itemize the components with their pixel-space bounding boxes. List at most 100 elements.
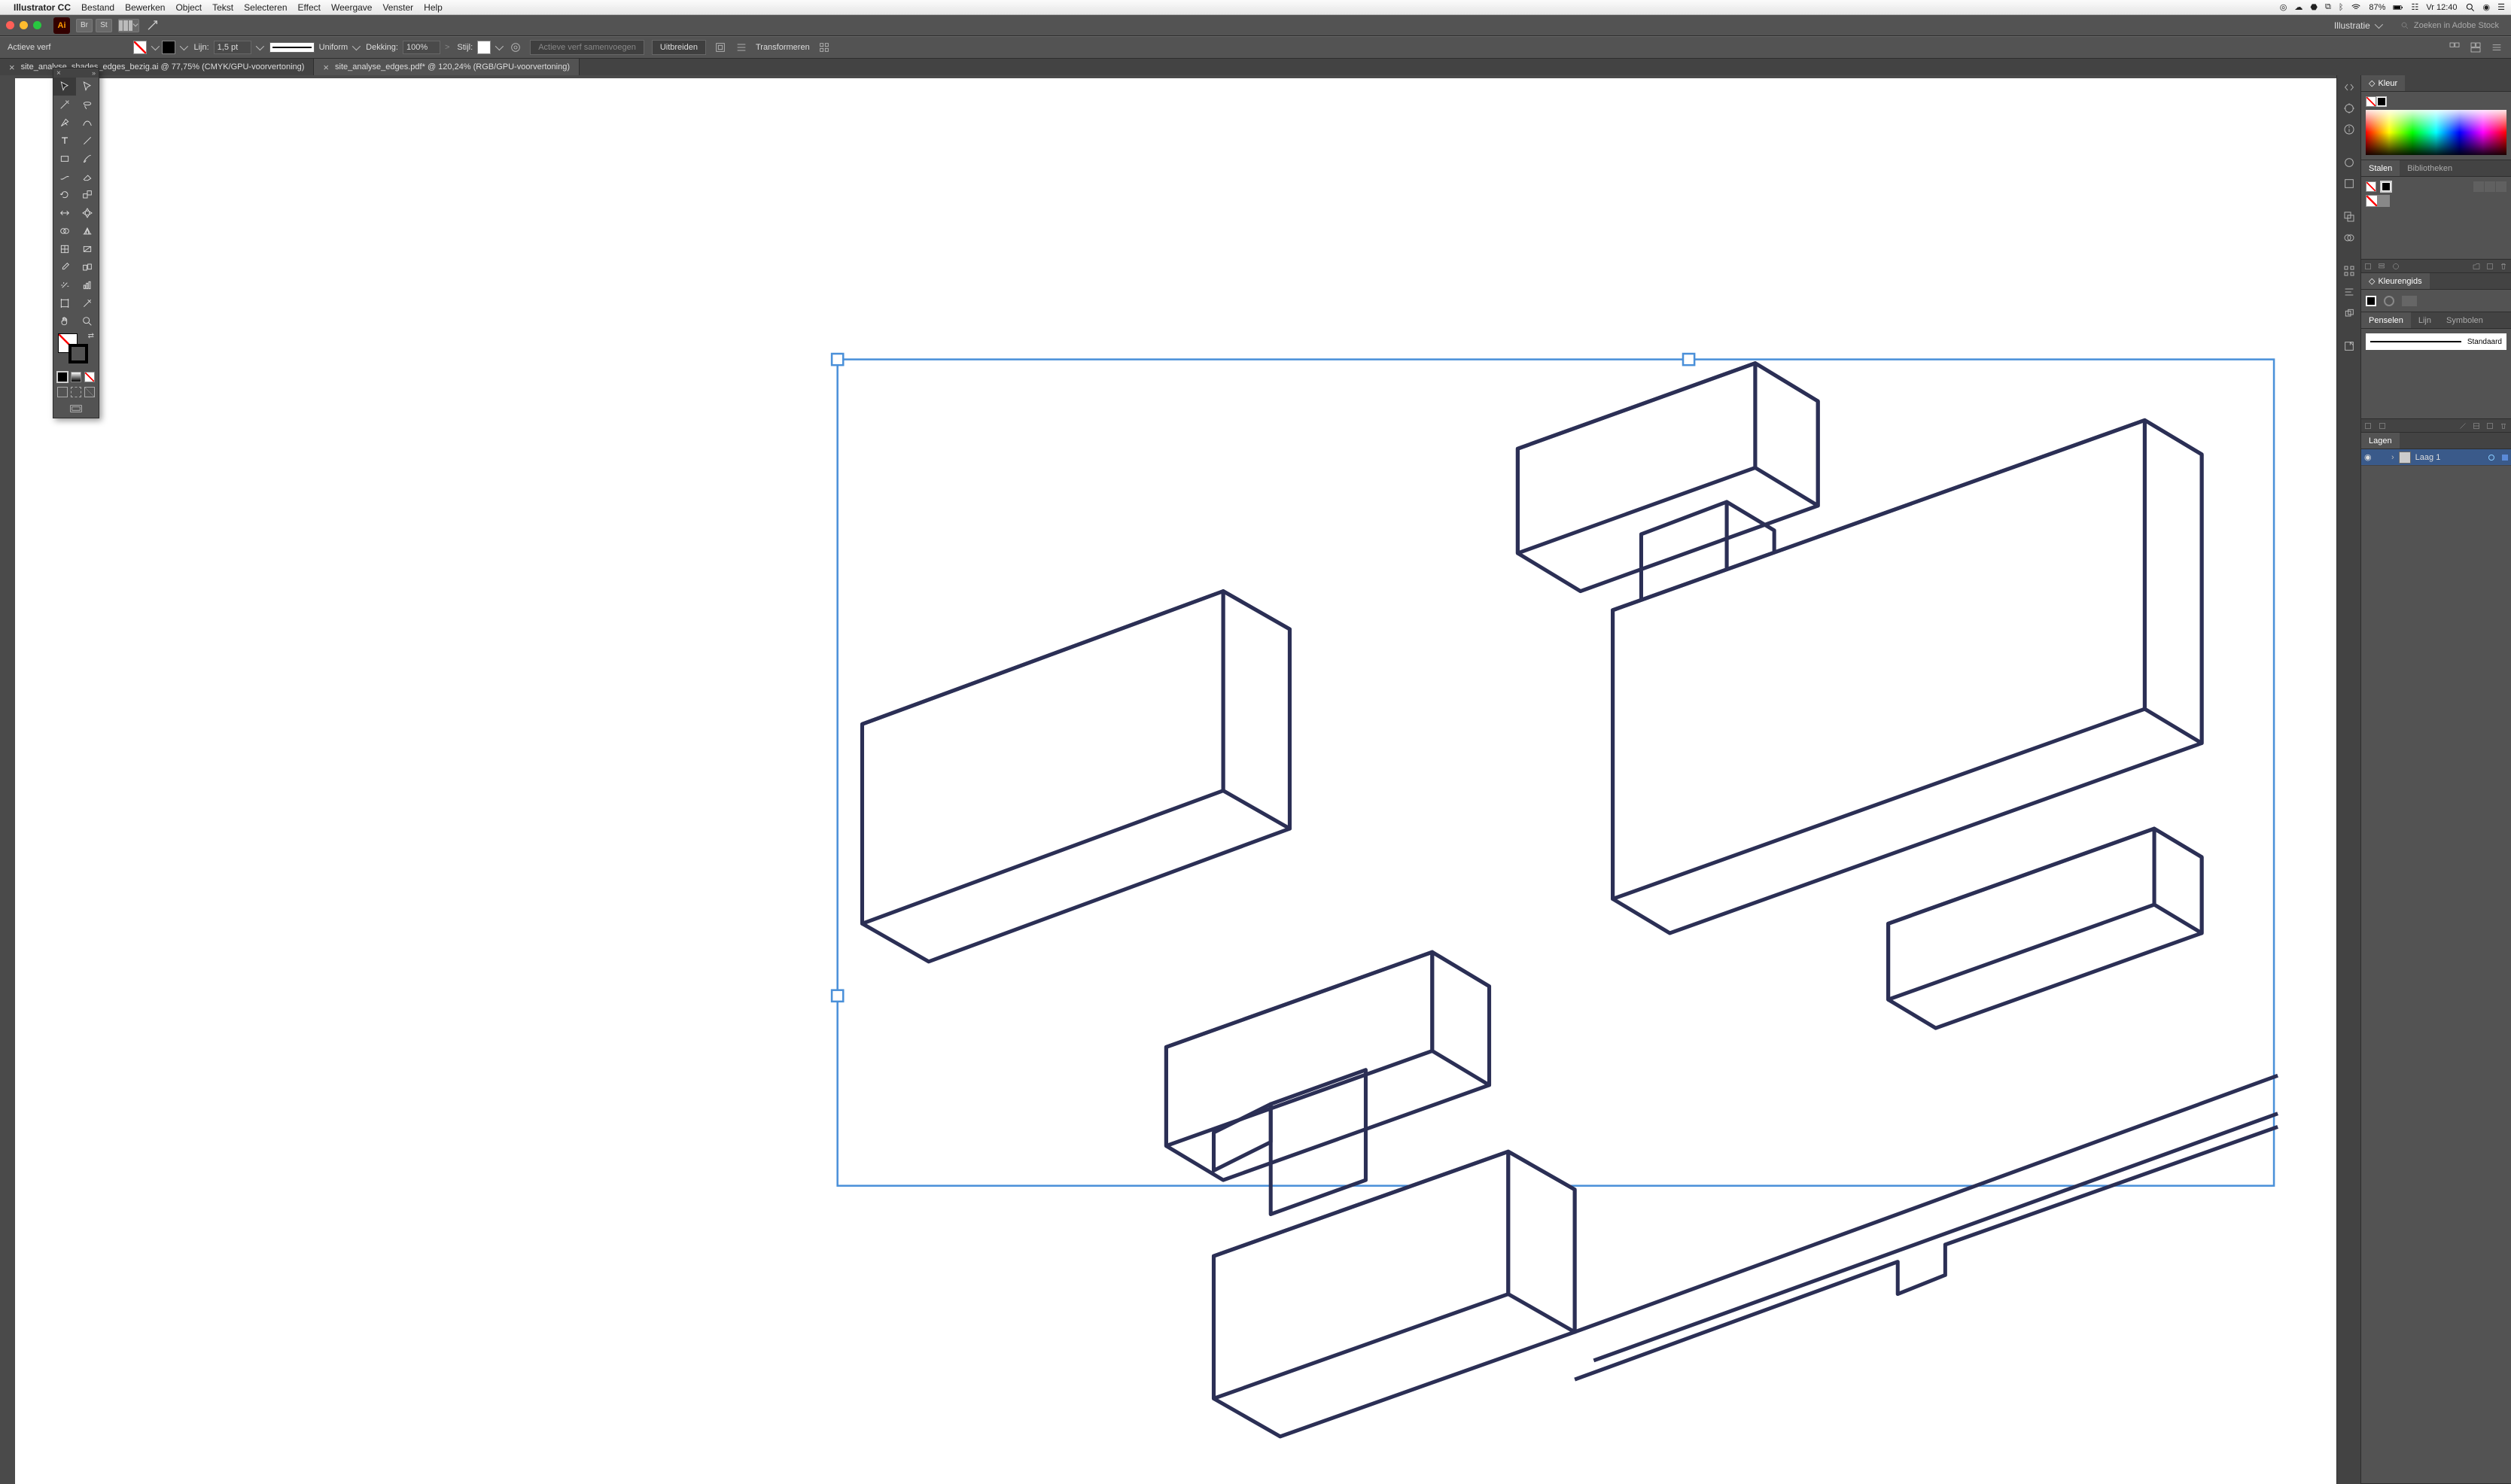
rectangle-tool[interactable] [53, 150, 76, 168]
tray-dropbox-icon[interactable]: ⧉ [2325, 2, 2331, 12]
spotlight-icon[interactable] [2465, 2, 2476, 13]
fill-stroke-control[interactable]: ⇄ [53, 330, 99, 369]
panel-tab-lagen[interactable]: Lagen [2361, 433, 2400, 449]
menu-tekst[interactable]: Tekst [212, 2, 233, 13]
stroke-profile-preview[interactable] [269, 42, 315, 53]
swatch-fill[interactable] [2366, 181, 2376, 192]
magic-wand-tool[interactable] [53, 96, 76, 114]
isolate-group-icon[interactable] [714, 41, 727, 54]
menu-weergave[interactable]: Weergave [331, 2, 372, 13]
panel-tab-lijn[interactable]: Lijn [2411, 312, 2439, 328]
canvas-viewport[interactable] [0, 75, 2336, 1484]
delete-swatch-icon[interactable] [2499, 262, 2508, 271]
document-tab[interactable]: × site_analyse_shades_edges_bezig.ai @ 7… [0, 59, 314, 75]
align-icon[interactable] [735, 41, 748, 54]
swatch-view-toggle[interactable] [2473, 181, 2506, 192]
perspective-grid-tool[interactable] [76, 222, 99, 240]
new-swatch-icon[interactable] [2485, 262, 2494, 271]
shape-builder-tool[interactable] [53, 222, 76, 240]
pen-tool[interactable] [53, 114, 76, 132]
color-mode-gradient[interactable] [71, 372, 81, 382]
transform-panel-icon[interactable] [817, 41, 831, 54]
window-close-button[interactable] [6, 21, 14, 29]
appearance-panel-icon[interactable] [2340, 154, 2358, 172]
width-tool[interactable] [53, 204, 76, 222]
stroke-swatch[interactable] [162, 41, 175, 54]
hand-tool[interactable] [53, 312, 76, 330]
brush-libraries2-icon[interactable] [2378, 421, 2387, 430]
type-tool[interactable] [53, 132, 76, 150]
line-tool[interactable] [76, 132, 99, 150]
graphic-style-swatch[interactable] [477, 41, 491, 54]
symbol-sprayer-tool[interactable] [53, 276, 76, 294]
stroke-weight-input[interactable] [214, 41, 251, 54]
color-spectrum[interactable] [2366, 110, 2506, 155]
swatch-item[interactable] [2366, 195, 2378, 207]
screen-mode-button[interactable] [53, 400, 99, 418]
delete-brush-icon[interactable] [2499, 421, 2508, 430]
info-panel-icon[interactable] [2340, 120, 2358, 138]
dock-expand-icon[interactable] [2340, 78, 2358, 96]
swatch-libraries-icon[interactable] [2364, 262, 2373, 271]
gpu-preview-icon[interactable] [145, 19, 160, 32]
menu-object[interactable]: Object [175, 2, 202, 13]
brush-item[interactable]: Standaard [2366, 333, 2506, 350]
scale-tool[interactable] [76, 186, 99, 204]
stroke-color-swatch[interactable] [68, 344, 88, 363]
collapse-icon[interactable]: » [92, 69, 96, 77]
layers-panel-icon[interactable] [2340, 208, 2358, 226]
align-panel-icon[interactable] [2340, 283, 2358, 301]
panel-tab-kleur[interactable]: ◇Kleur [2361, 75, 2405, 91]
tray-display-icon[interactable]: ☷ [2411, 2, 2418, 12]
menu-bewerken[interactable]: Bewerken [125, 2, 165, 13]
slice-tool[interactable] [76, 294, 99, 312]
tools-panel-header[interactable]: × » [53, 68, 99, 78]
rotate-tool[interactable] [53, 186, 76, 204]
mesh-tool[interactable] [53, 240, 76, 258]
bridge-button[interactable]: Br [76, 19, 93, 32]
window-zoom-button[interactable] [33, 21, 41, 29]
artboard-tool[interactable] [53, 294, 76, 312]
notification-center-icon[interactable]: ☰ [2497, 2, 2505, 12]
color-mode-solid[interactable] [57, 372, 68, 382]
remove-brush-icon[interactable] [2458, 421, 2467, 430]
tray-shield-icon[interactable]: ⬣ [2310, 2, 2318, 12]
chevron-down-icon[interactable] [495, 42, 504, 50]
siri-icon[interactable]: ◉ [2483, 2, 2491, 12]
lasso-tool[interactable] [76, 96, 99, 114]
panel-tab-symbolen[interactable]: Symbolen [2439, 312, 2491, 328]
panel-tab-penselen[interactable]: Penselen [2361, 312, 2411, 328]
close-tab-icon[interactable]: × [323, 62, 329, 73]
menu-venster[interactable]: Venster [382, 2, 413, 13]
battery-percent[interactable]: 87% [2369, 3, 2385, 12]
stock-button[interactable]: St [96, 19, 112, 32]
color-mode-none[interactable] [84, 372, 95, 382]
clock[interactable]: Vr 12:40 [2426, 3, 2457, 12]
fill-swatch[interactable] [133, 41, 147, 54]
zoom-tool[interactable] [76, 312, 99, 330]
draw-normal-icon[interactable] [57, 387, 68, 397]
blend-tool[interactable] [76, 258, 99, 276]
brush-options-icon[interactable] [2472, 421, 2481, 430]
tray-icon[interactable]: ◎ [2280, 2, 2287, 12]
eyedropper-tool[interactable] [53, 258, 76, 276]
column-graph-tool[interactable] [76, 276, 99, 294]
new-group-icon[interactable] [2472, 262, 2481, 271]
stock-search-field[interactable]: Zoeken in Adobe Stock [2394, 19, 2505, 32]
draw-inside-icon[interactable] [84, 387, 95, 397]
opacity-input[interactable] [403, 41, 440, 54]
transform-panel-icon[interactable] [2340, 262, 2358, 280]
wifi-icon[interactable] [2351, 2, 2361, 13]
battery-icon[interactable] [2393, 2, 2403, 13]
close-tab-icon[interactable]: × [9, 62, 15, 73]
chevron-down-icon[interactable] [255, 42, 263, 50]
brush-libraries-icon[interactable] [2364, 421, 2373, 430]
selection-tool[interactable] [53, 78, 76, 96]
panel-tab-bibliotheken[interactable]: Bibliotheken [2400, 160, 2460, 176]
close-icon[interactable]: × [56, 69, 61, 78]
bluetooth-icon[interactable]: ᛒ [2339, 3, 2344, 12]
dock-option-icon[interactable] [2448, 41, 2461, 54]
dock-option2-icon[interactable] [2469, 41, 2482, 54]
color-fill-swatch[interactable] [2366, 96, 2376, 107]
eraser-tool[interactable] [76, 168, 99, 186]
